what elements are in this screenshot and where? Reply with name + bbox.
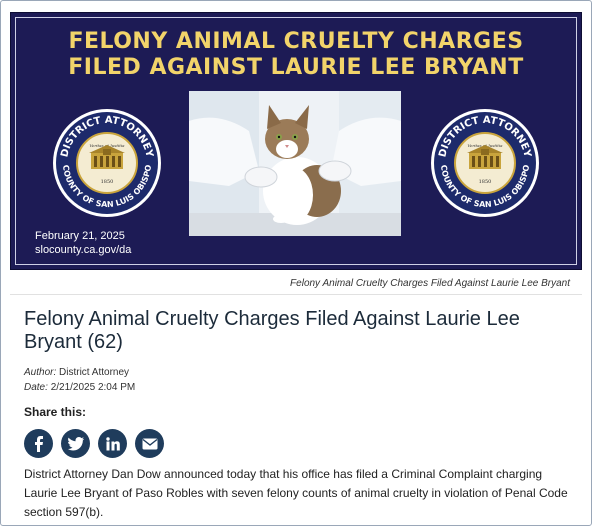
seal-year-left: 1850 bbox=[101, 179, 114, 185]
banner-url: slocounty.ca.gov/da bbox=[35, 244, 132, 256]
district-attorney-seal-right: DISTRICT ATTORNEY COUNTY OF SAN LUIS OBI… bbox=[431, 109, 539, 217]
email-icon bbox=[142, 438, 157, 449]
article-body: District Attorney Dan Dow announced toda… bbox=[24, 467, 568, 519]
share-label: Share this: bbox=[24, 405, 87, 419]
share-facebook-button[interactable] bbox=[24, 429, 53, 458]
banner-title-line1: FELONY ANIMAL CRUELTY CHARGES bbox=[68, 29, 524, 54]
facebook-icon bbox=[34, 435, 43, 452]
date-value: 2/21/2025 2:04 PM bbox=[50, 382, 136, 393]
author-value: District Attorney bbox=[59, 367, 130, 378]
seal-year-right: 1850 bbox=[479, 179, 492, 185]
banner-title: FELONY ANIMAL CRUELTY CHARGES FILED AGAI… bbox=[11, 29, 581, 81]
twitter-icon bbox=[67, 436, 84, 450]
banner-title-line2: FILED AGAINST LAURIE LEE BRYANT bbox=[68, 55, 524, 80]
article-author: Author: District Attorney bbox=[24, 367, 129, 378]
author-label: Author: bbox=[24, 367, 57, 378]
share-linkedin-button[interactable] bbox=[98, 429, 127, 458]
share-email-button[interactable] bbox=[135, 429, 164, 458]
linkedin-icon bbox=[105, 436, 120, 450]
share-buttons bbox=[24, 429, 164, 458]
divider bbox=[10, 294, 582, 295]
share-twitter-button[interactable] bbox=[61, 429, 90, 458]
banner-date: February 21, 2025 bbox=[35, 230, 125, 242]
press-release-banner: FELONY ANIMAL CRUELTY CHARGES FILED AGAI… bbox=[10, 12, 582, 270]
district-attorney-seal-left: DISTRICT ATTORNEY COUNTY OF SAN LUIS OBI… bbox=[53, 109, 161, 217]
article-date: Date: 2/21/2025 2:04 PM bbox=[24, 382, 135, 393]
image-caption: Felony Animal Cruelty Charges Filed Agai… bbox=[290, 278, 570, 289]
article-headline: Felony Animal Cruelty Charges Filed Agai… bbox=[24, 308, 520, 353]
cat-photo bbox=[189, 91, 401, 236]
date-label: Date: bbox=[24, 382, 48, 393]
